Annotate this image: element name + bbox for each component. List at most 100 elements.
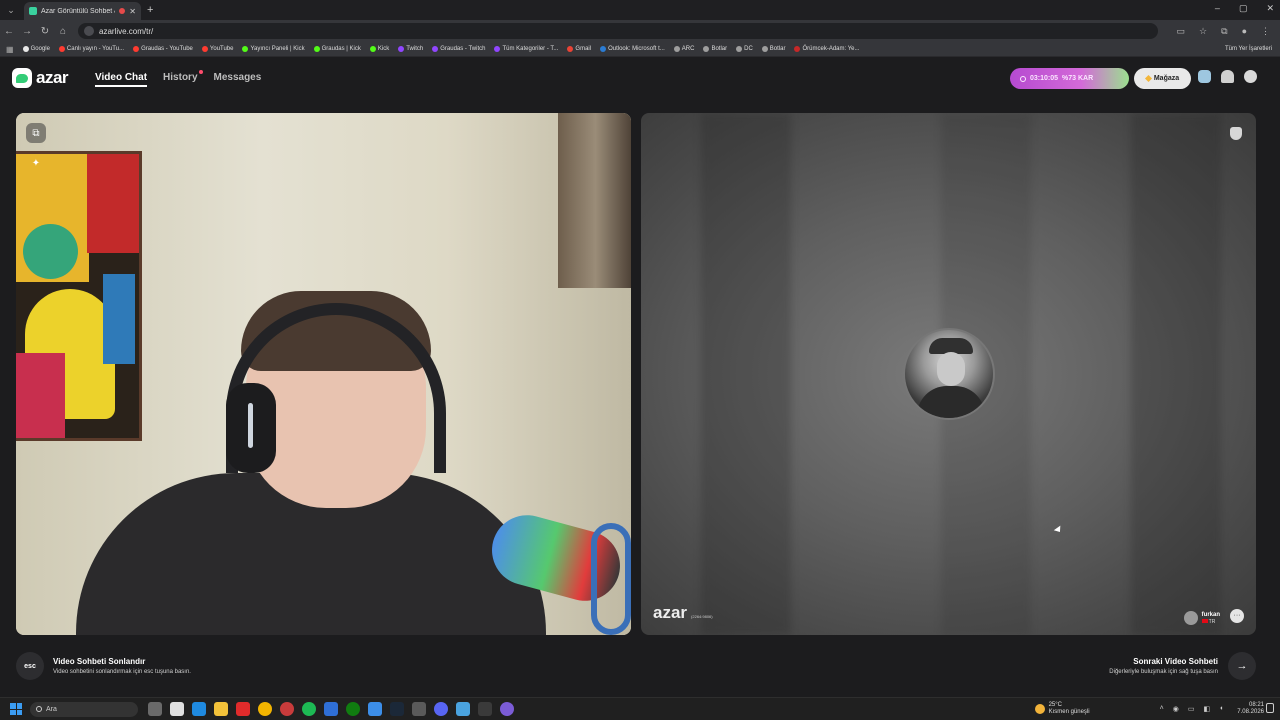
bookmark-item[interactable]: Tüm Kategoriler - T... [494, 46, 558, 52]
bookmark-item[interactable]: Örümcek-Adam: Ye... [794, 46, 860, 52]
browser-tab[interactable]: Azar Görüntülü Sohbet & ✕ [24, 2, 141, 20]
forward-icon[interactable]: → [18, 26, 36, 37]
back-icon[interactable]: ← [0, 26, 18, 37]
bookmark-favicon-icon [761, 46, 768, 52]
end-chat-hint[interactable]: esc Video Sohbeti Sonlandır Video sohbet… [16, 652, 191, 680]
esc-key-button[interactable]: esc [16, 652, 44, 680]
bookmark-item[interactable]: ARC [673, 46, 694, 52]
edge-icon[interactable] [192, 702, 206, 716]
store-icon[interactable] [324, 702, 338, 716]
xbox-icon[interactable] [346, 702, 360, 716]
all-bookmarks[interactable]: Tüm Yer İşaretleri [1225, 46, 1280, 52]
steam-icon[interactable] [390, 702, 404, 716]
bookmark-item[interactable]: Outlook: Microsoft t... [600, 46, 665, 52]
chat-bubble-icon[interactable] [1198, 70, 1211, 83]
spotify-icon[interactable] [302, 702, 316, 716]
reload-icon[interactable]: ↻ [36, 26, 54, 37]
bookmark-item[interactable]: Canlı yayın - YouTu... [58, 46, 124, 52]
weather-widget[interactable]: 25°C Kısmen güneşli [1034, 702, 1090, 716]
bookmark-favicon-icon [600, 46, 607, 52]
more-options-icon[interactable]: ··· [1230, 609, 1244, 623]
magic-wand-icon[interactable]: ✦ [26, 153, 46, 173]
close-window-icon[interactable]: ✕ [1266, 3, 1274, 14]
tab-close-icon[interactable]: ✕ [129, 7, 136, 16]
bookmark-item[interactable]: Twitch [398, 46, 423, 52]
mic-tray-icon[interactable]: ◉ [1173, 705, 1179, 713]
partner-info[interactable]: furkan TR [1183, 611, 1220, 625]
task-view-icon[interactable] [148, 702, 162, 716]
shop-label: Mağaza [1153, 75, 1180, 82]
network-tray-icon[interactable]: ◧ [1203, 705, 1210, 713]
twitch-icon[interactable] [500, 702, 514, 716]
bookmark-item[interactable]: Gmail [567, 46, 591, 52]
azar-favicon-icon [29, 7, 37, 15]
bookmark-favicon-icon [673, 46, 680, 52]
taskbar-search[interactable]: Ara [30, 701, 138, 717]
tray-chevron-icon[interactable]: ˄ [1160, 705, 1164, 713]
game-app-icon[interactable] [280, 702, 294, 716]
taskbar-clock[interactable]: 08:21 7.08.2026 [1237, 702, 1264, 716]
nav-video-chat[interactable]: Video Chat [95, 72, 148, 87]
cat-painting [16, 151, 142, 441]
profile-icon[interactable]: ● [1242, 26, 1247, 37]
chrome-icon[interactable] [258, 702, 272, 716]
site-info-icon[interactable] [84, 26, 94, 36]
azar-logo[interactable]: azar [12, 68, 69, 88]
report-shield-icon[interactable] [1230, 127, 1242, 140]
app-icon[interactable] [368, 702, 382, 716]
cast-icon[interactable]: ▭ [1177, 26, 1186, 37]
bookmark-star-icon[interactable]: ☆ [1199, 26, 1207, 37]
bookmark-favicon-icon [313, 46, 320, 52]
settings-icon[interactable] [412, 702, 426, 716]
promo-discount: %73 KAR [1062, 75, 1094, 82]
search-icon [36, 706, 42, 712]
bookmark-item[interactable]: Graudas | Kick [313, 46, 361, 52]
nav-messages[interactable]: Messages [214, 72, 262, 87]
bookmark-item[interactable]: Graudas - Twitch [432, 46, 485, 52]
volume-tray-icon[interactable]: ◖ [1219, 705, 1223, 713]
apps-grid-icon[interactable]: ▦ [6, 45, 14, 54]
bookmark-favicon-icon [432, 46, 439, 52]
next-chat-title: Sonraki Video Sohbeti [1133, 657, 1218, 666]
user-avatar-icon[interactable] [1244, 70, 1257, 83]
network-app-icon[interactable] [456, 702, 470, 716]
bookmark-item[interactable]: DC [736, 46, 753, 52]
bookmark-item[interactable]: Kick [369, 46, 389, 52]
bookmark-item[interactable]: Yayıncı Paneli | Kick [242, 46, 305, 52]
home-icon[interactable]: ⌂ [54, 26, 72, 37]
bookmark-item[interactable]: YouTube [201, 46, 233, 52]
next-arrow-button[interactable]: → [1228, 652, 1256, 680]
youtube-app-icon[interactable] [236, 702, 250, 716]
next-chat-hint[interactable]: Sonraki Video Sohbeti Diğerleriyle buluş… [1109, 652, 1256, 680]
window-controls: – ▢ ✕ [1215, 3, 1274, 14]
discord-icon[interactable] [434, 702, 448, 716]
bookmark-item[interactable]: Graudas - YouTube [133, 46, 193, 52]
obs-icon[interactable] [478, 702, 492, 716]
file-explorer-icon[interactable] [214, 702, 228, 716]
new-tab-icon[interactable]: + [147, 4, 153, 16]
bookmark-favicon-icon [794, 46, 801, 52]
bookmark-favicon-icon [736, 46, 743, 52]
media-player-icon[interactable] [170, 702, 184, 716]
tab-search-icon[interactable]: ⌄ [3, 2, 19, 18]
partner-mini-avatar [1183, 611, 1198, 625]
bookmark-favicon-icon [133, 46, 140, 52]
shop-button[interactable]: Mağaza [1134, 68, 1191, 89]
nav-history[interactable]: History [163, 70, 203, 87]
bell-icon[interactable] [1221, 70, 1234, 83]
windows-start-icon[interactable] [10, 703, 22, 715]
promo-banner[interactable]: 03:10:05 %73 KAR [1010, 68, 1129, 89]
menu-dots-icon[interactable]: ⋮ [1261, 26, 1270, 37]
notification-icon[interactable] [1266, 703, 1274, 713]
minimize-icon[interactable]: – [1215, 3, 1220, 14]
pip-toggle-icon[interactable]: ⧉ [26, 123, 46, 143]
nav-history-label: History [163, 72, 198, 83]
bookmark-item[interactable]: Botlar [703, 46, 727, 52]
monitor-tray-icon[interactable]: ▭ [1188, 705, 1195, 713]
maximize-icon[interactable]: ▢ [1239, 3, 1248, 14]
bookmark-item[interactable]: Google [22, 46, 50, 52]
bookmark-item[interactable]: Botlar [761, 46, 785, 52]
bookmarks-bar: ▦ Google Canlı yayın - YouTu... Graudas - … [0, 42, 1280, 57]
extensions-icon[interactable]: ⧉ [1221, 26, 1227, 37]
address-bar[interactable]: azarlive.com/tr/ [78, 23, 1158, 39]
